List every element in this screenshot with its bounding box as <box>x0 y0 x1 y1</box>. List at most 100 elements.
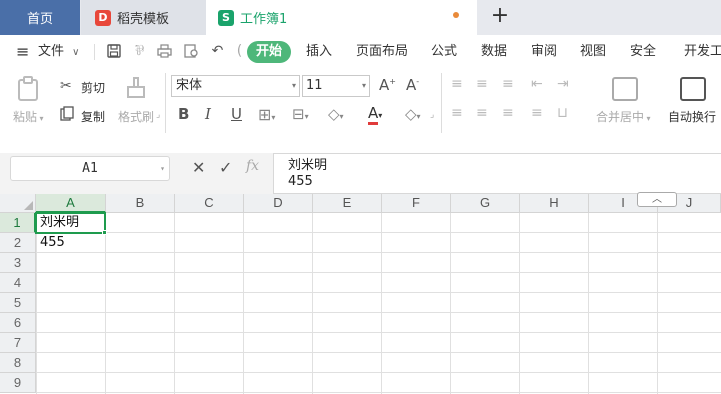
menu-developer[interactable]: 开发工 <box>684 35 721 68</box>
menu-formulas[interactable]: 公式 <box>431 35 457 68</box>
formula-line-2: 455 <box>288 174 313 189</box>
row-header[interactable]: 2 <box>0 233 36 253</box>
menu-view[interactable]: 视图 <box>580 35 606 68</box>
column-header[interactable]: E <box>313 194 382 213</box>
row-header[interactable]: 5 <box>0 293 36 313</box>
wrap-text-button[interactable]: 自动换行 <box>668 108 716 125</box>
merge-center-label: 合并居中 <box>596 110 645 124</box>
clipboard-launcher-icon[interactable]: ⌟ <box>156 110 160 120</box>
font-launcher-icon[interactable]: ⌟ <box>430 110 434 120</box>
tab-bar: 首页 D 稻壳模板 S 工作簿1 + <box>0 0 721 35</box>
cancel-icon[interactable]: ✕ <box>192 158 205 177</box>
chevron-down-icon: ∨ <box>72 47 80 58</box>
underline-icon[interactable]: U <box>231 105 242 123</box>
spreadsheet-logo-icon: S <box>218 9 234 26</box>
dropdown-caret-icon: ▾ <box>291 81 296 90</box>
clear-format-icon[interactable]: ◇▾ <box>405 105 421 123</box>
row-header[interactable]: 6 <box>0 313 36 333</box>
format-painter-button[interactable]: 格式刷 <box>118 108 154 125</box>
menu-row: ≡ 文件 ∨ ⅌ ↶ ( 开始 插入 页面布局 公式 数据 审阅 视图 安全 开… <box>0 35 721 68</box>
menu-file[interactable]: 文件 ∨ <box>38 35 79 68</box>
decrease-indent-icon[interactable]: ⇤ <box>531 76 543 92</box>
select-all-corner[interactable] <box>0 194 36 213</box>
collapse-formula-chevron-up-icon[interactable]: ︿ <box>637 192 677 207</box>
menu-insert[interactable]: 插入 <box>306 35 332 68</box>
column-header[interactable]: G <box>451 194 520 213</box>
save-icon[interactable] <box>106 44 121 59</box>
scissors-icon: ✂ <box>60 78 72 94</box>
decrease-font-icon[interactable]: A- <box>406 76 419 94</box>
fill-handle[interactable] <box>102 230 107 235</box>
undo-icon[interactable]: ↶ <box>210 44 225 59</box>
tab-template-label: 稻壳模板 <box>117 12 170 27</box>
row-header[interactable]: 9 <box>0 373 36 393</box>
name-box[interactable]: A1 ▾ <box>10 156 170 181</box>
distributed-icon[interactable]: ⊔ <box>557 105 568 121</box>
italic-icon[interactable]: I <box>205 105 211 123</box>
row-header[interactable]: 3 <box>0 253 36 273</box>
divider <box>94 44 95 60</box>
redo-partial-icon[interactable]: ( <box>232 44 247 59</box>
wrap-text-icon <box>680 77 706 101</box>
docer-logo-icon: D <box>95 9 111 26</box>
merge-center-button[interactable]: 合并居中 ▾ <box>596 108 651 125</box>
formula-input[interactable]: 刘米明 455 <box>273 153 721 194</box>
row-header[interactable]: 7 <box>0 333 36 353</box>
row-header[interactable]: 4 <box>0 273 36 293</box>
bold-icon[interactable]: B <box>178 105 189 123</box>
font-color-icon[interactable]: A▾ <box>368 104 382 125</box>
column-header[interactable]: A <box>36 194 106 213</box>
pdf-export-icon[interactable]: ⅌ <box>132 44 147 59</box>
column-header[interactable]: C <box>175 194 244 213</box>
menu-security[interactable]: 安全 <box>630 35 656 68</box>
column-header[interactable]: F <box>382 194 451 213</box>
confirm-icon[interactable]: ✓ <box>219 158 232 177</box>
cell-area[interactable] <box>36 213 721 394</box>
divider <box>165 73 166 133</box>
align-top-icon[interactable]: ≡ <box>451 76 463 92</box>
font-size-select[interactable]: 11 ▾ <box>302 75 370 97</box>
column-header[interactable]: H <box>520 194 589 213</box>
hamburger-menu-icon[interactable]: ≡ <box>16 35 29 68</box>
format-painter-icon <box>124 76 148 104</box>
row-header[interactable]: 1 <box>0 213 36 233</box>
increase-indent-icon[interactable]: ⇥ <box>557 76 569 92</box>
paste-icon[interactable] <box>15 76 41 102</box>
cell-style-icon[interactable]: ⊟▾ <box>292 105 309 123</box>
insert-function-icon[interactable]: fx <box>246 158 259 174</box>
menu-review[interactable]: 审阅 <box>531 35 557 68</box>
tab-workbook[interactable]: S 工作簿1 <box>206 0 477 35</box>
fill-color-icon[interactable]: ◇▾ <box>328 105 344 123</box>
justify-icon[interactable]: ≡ <box>531 105 543 121</box>
print-icon[interactable] <box>157 44 172 59</box>
align-right-icon[interactable]: ≡ <box>502 105 514 121</box>
formula-line-1: 刘米明 <box>288 158 328 173</box>
tab-workbook-label: 工作簿1 <box>240 12 288 27</box>
cut-button[interactable]: 剪切 <box>81 79 105 96</box>
align-center-icon[interactable]: ≡ <box>476 105 488 121</box>
column-header[interactable]: D <box>244 194 313 213</box>
column-header[interactable]: B <box>106 194 175 213</box>
menu-page-layout[interactable]: 页面布局 <box>356 35 408 68</box>
tab-template[interactable]: D 稻壳模板 <box>81 0 206 35</box>
font-name-select[interactable]: 宋体 ▾ <box>171 75 300 97</box>
menu-start-tab[interactable]: 开始 <box>247 41 291 63</box>
align-bottom-icon[interactable]: ≡ <box>502 76 514 92</box>
paste-button[interactable]: 粘贴 ▾ <box>13 108 44 125</box>
new-tab-plus-icon[interactable]: + <box>487 4 513 30</box>
ribbon: 粘贴 ▾ ✂ 剪切 复制 格式刷 ⌟ 宋体 ▾ 11 ▾ A+ A- B I U… <box>0 68 721 153</box>
dropdown-caret-icon: ▾ <box>160 164 165 173</box>
borders-icon[interactable]: ⊞▾ <box>258 105 275 124</box>
print-preview-icon[interactable] <box>184 44 199 59</box>
cell-A2[interactable]: 455 <box>36 233 106 253</box>
merge-center-icon <box>612 77 638 101</box>
row-header[interactable]: 8 <box>0 353 36 373</box>
tab-home[interactable]: 首页 <box>0 0 80 35</box>
align-left-icon[interactable]: ≡ <box>451 105 463 121</box>
copy-button[interactable]: 复制 <box>81 108 105 125</box>
align-middle-icon[interactable]: ≡ <box>476 76 488 92</box>
menu-data[interactable]: 数据 <box>481 35 507 68</box>
increase-font-icon[interactable]: A+ <box>379 76 396 94</box>
name-box-value: A1 <box>82 161 98 176</box>
paste-label: 粘贴 <box>13 110 38 124</box>
